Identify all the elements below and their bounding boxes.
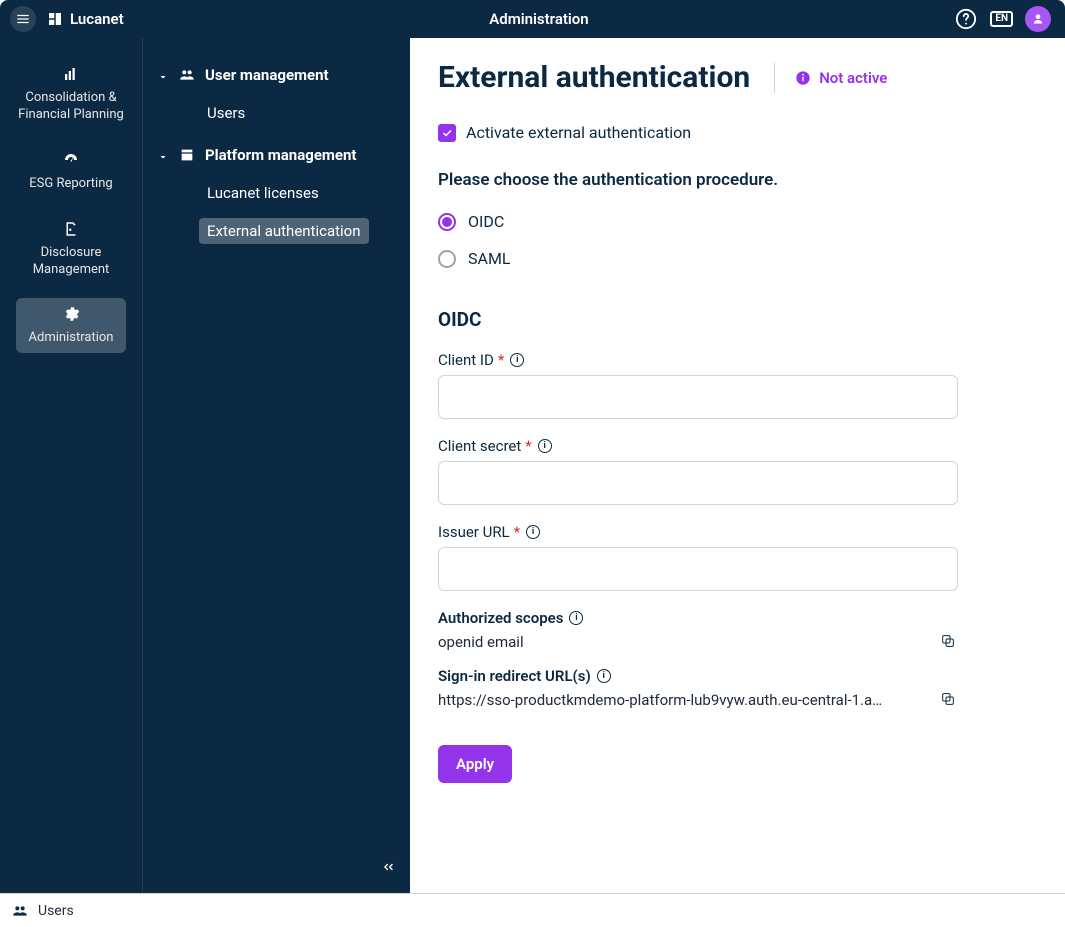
rail-item-disclosure[interactable]: Disclosure Management	[16, 213, 126, 285]
header-title: Administration	[124, 10, 955, 28]
settings-icon	[179, 147, 195, 163]
menu-toggle[interactable]	[10, 6, 36, 32]
gear-icon	[61, 304, 81, 324]
brand-logo: Lucanet	[46, 10, 124, 28]
radio-icon	[438, 213, 456, 231]
nav-sub-users[interactable]: Users	[143, 94, 410, 132]
rail-item-esg[interactable]: ESG Reporting	[16, 144, 126, 199]
page-title: External authentication	[438, 60, 750, 95]
document-icon	[61, 219, 81, 239]
content-area: External authentication Not active Activ…	[410, 38, 1065, 893]
auth-prompt: Please choose the authentication procedu…	[438, 170, 1037, 190]
scopes-label: Authorized scopes i	[438, 609, 958, 627]
status-badge: Not active	[774, 63, 887, 93]
info-icon[interactable]: i	[597, 669, 611, 683]
breadcrumb-label[interactable]: Users	[38, 903, 74, 919]
primary-rail: Consolidation & Financial Planning ESG R…	[0, 38, 142, 893]
topbar: Lucanet Administration EN	[0, 0, 1065, 38]
rail-item-consolidation[interactable]: Consolidation & Financial Planning	[16, 58, 126, 130]
issuer-url-input[interactable]	[438, 547, 958, 591]
check-icon	[441, 127, 453, 139]
gauge-icon	[61, 150, 81, 170]
radio-icon	[438, 250, 456, 268]
activate-checkbox[interactable]	[438, 124, 456, 142]
nav-group-platform-management[interactable]: Platform management	[143, 136, 410, 174]
info-icon[interactable]: i	[538, 439, 552, 453]
help-icon[interactable]	[954, 7, 978, 31]
breadcrumb: Users	[0, 893, 1065, 927]
info-icon[interactable]: i	[569, 611, 583, 625]
client-secret-label: Client secret * i	[438, 437, 958, 455]
issuer-url-label: Issuer URL * i	[438, 523, 958, 541]
nav-sub-lucanet-licenses[interactable]: Lucanet licenses	[143, 174, 410, 212]
redirect-value: https://sso-productkmdemo-platform-lub9v…	[438, 691, 928, 709]
users-icon	[179, 67, 195, 83]
copy-icon[interactable]	[940, 691, 958, 709]
nav-sub-external-authentication[interactable]: External authentication	[143, 212, 410, 250]
info-icon[interactable]: i	[526, 525, 540, 539]
radio-saml[interactable]: SAML	[438, 249, 1037, 268]
collapse-nav-icon[interactable]	[380, 859, 396, 879]
secondary-nav: User management Users Platform managemen…	[142, 38, 410, 893]
copy-icon[interactable]	[940, 633, 958, 651]
bar-chart-icon	[61, 64, 81, 84]
chevron-down-icon	[157, 149, 169, 161]
info-icon[interactable]: i	[510, 353, 524, 367]
chevron-down-icon	[157, 69, 169, 81]
nav-group-user-management[interactable]: User management	[143, 56, 410, 94]
language-badge[interactable]: EN	[990, 11, 1013, 27]
client-secret-input[interactable]	[438, 461, 958, 505]
scopes-value: openid email	[438, 633, 928, 651]
user-avatar[interactable]	[1025, 6, 1051, 32]
apply-button[interactable]: Apply	[438, 745, 512, 783]
info-icon	[795, 70, 811, 86]
client-id-label: Client ID * i	[438, 351, 958, 369]
client-id-input[interactable]	[438, 375, 958, 419]
section-oidc-title: OIDC	[438, 308, 1037, 331]
redirect-label: Sign-in redirect URL(s) i	[438, 667, 958, 685]
activate-label: Activate external authentication	[466, 123, 691, 142]
rail-item-administration[interactable]: Administration	[16, 298, 126, 353]
brand-name: Lucanet	[70, 10, 124, 28]
radio-oidc[interactable]: OIDC	[438, 212, 1037, 231]
users-icon	[12, 903, 28, 919]
